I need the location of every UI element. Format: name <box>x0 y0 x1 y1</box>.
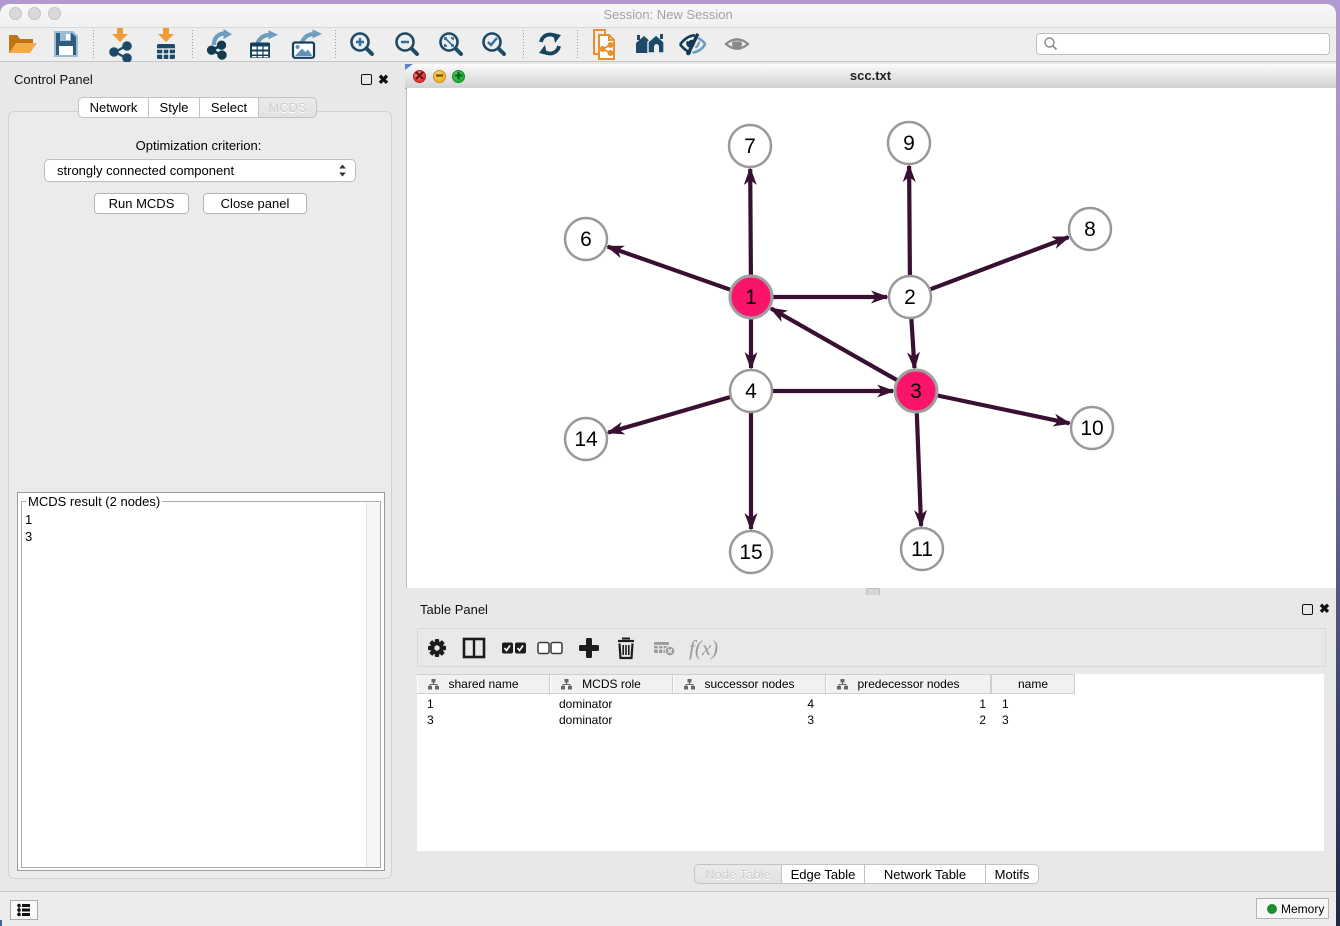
svg-text:6: 6 <box>580 228 592 251</box>
svg-text:4: 4 <box>745 380 757 403</box>
svg-text:9: 9 <box>903 132 915 155</box>
svg-text:2: 2 <box>904 286 916 309</box>
svg-text:3: 3 <box>910 380 922 403</box>
svg-text:15: 15 <box>739 541 762 564</box>
svg-text:11: 11 <box>911 538 933 561</box>
svg-text:10: 10 <box>1080 417 1103 440</box>
svg-text:f(x): f(x) <box>689 636 718 660</box>
svg-text:7: 7 <box>744 135 756 158</box>
svg-text:14: 14 <box>574 428 598 451</box>
svg-text:8: 8 <box>1084 218 1096 241</box>
svg-text:1: 1 <box>745 286 757 309</box>
